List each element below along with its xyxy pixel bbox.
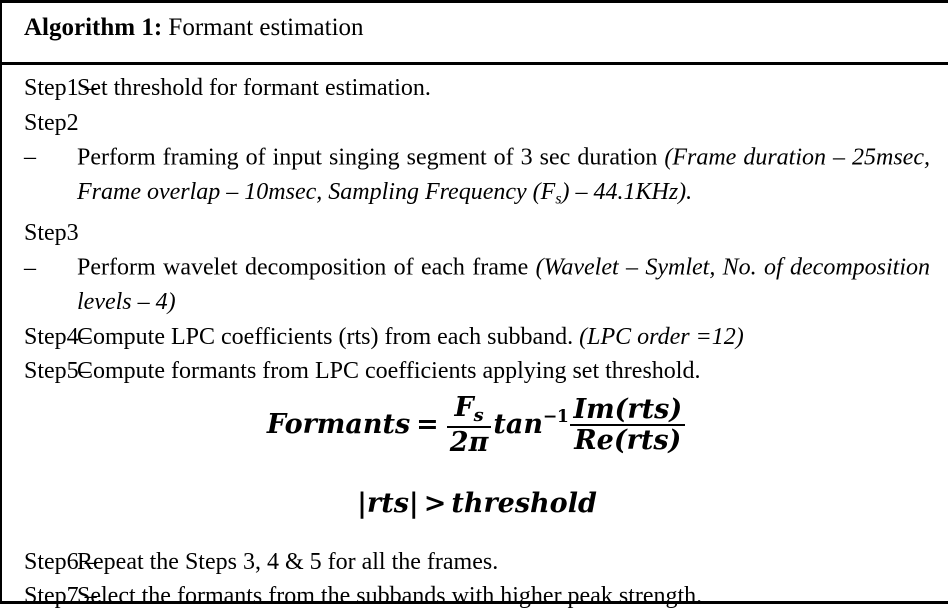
- formula-equals: =: [416, 408, 439, 440]
- step-tag: Step3 –: [24, 220, 79, 281]
- step-tag: Step7 –.: [24, 583, 103, 610]
- algorithm-step-2: Step2 – Perform framing of input singing…: [24, 106, 930, 217]
- fraction-denominator: Re(rts): [574, 425, 682, 457]
- condition-operator: >: [423, 487, 447, 519]
- condition-rhs: threshold: [451, 487, 597, 519]
- step-tag: Step2 –: [24, 109, 79, 171]
- step-text: Set threshold for formant estimation.: [77, 75, 431, 101]
- step-text-italic-tail: ) – 44.1KHz).: [561, 178, 693, 205]
- fraction-im-re: Im(rts) Re(rts): [570, 396, 686, 457]
- fraction-fs-2pi: Fs 2π: [446, 394, 492, 459]
- algorithm-step-3: Step3 – Perform wavelet decomposition of…: [24, 216, 930, 320]
- condition-lhs: |rts|: [357, 487, 419, 519]
- math-block: Formants = Fs 2π tan−1 Im(rts) Re(rts) |rts| > t…: [24, 394, 930, 519]
- step-tag: Step4–: [24, 323, 91, 350]
- step-text: Perform wavelet decomposition of each fr…: [77, 254, 536, 281]
- step-text: Compute formants from LPC coefficients a…: [77, 358, 701, 385]
- step-text: Compute LPC coefficients (rts) from each…: [77, 323, 580, 350]
- step-text: Repeat the Steps 3, 4 & 5 for all the fr…: [77, 548, 499, 575]
- step-tag: Step6 –: [24, 548, 97, 575]
- step-text-italic: (LPC order =12): [579, 323, 744, 350]
- algorithm-step-1: Step1 – Set threshold for formant estima…: [24, 71, 930, 106]
- algorithm-step-4: Step4– Compute LPC coefficients (rts) fr…: [24, 320, 930, 355]
- algorithm-steps: Step1 – Set threshold for formant estima…: [2, 65, 948, 614]
- math-spacer: [24, 519, 930, 545]
- algorithm-label: Algorithm 1:: [24, 14, 163, 41]
- formula-tan: tan: [493, 408, 543, 440]
- fraction-numerator: Fs: [446, 394, 492, 429]
- algorithm-step-7: Step7 –.Select the formants from the sub…: [24, 579, 930, 614]
- formant-formula: Formants = Fs 2π tan−1 Im(rts) Re(rts): [24, 394, 930, 457]
- threshold-condition: |rts| > threshold: [24, 487, 930, 519]
- step-tag: Step1 –: [24, 75, 97, 101]
- algorithm-step-5: Step5– Compute formants from LPC coeffic…: [24, 354, 930, 389]
- algorithm-caption: Algorithm 1: Formant estimation: [2, 3, 948, 65]
- algorithm-step-6: Step6 – Repeat the Steps 3, 4 & 5 for al…: [24, 545, 930, 580]
- fraction-numerator: Im(rts): [570, 396, 686, 427]
- step-tag: Step5–: [24, 358, 91, 385]
- algorithm-box: Algorithm 1: Formant estimation Step1 – …: [0, 0, 948, 609]
- step-text: Select the formants from the subbands wi…: [77, 583, 703, 610]
- subscript-s: s: [473, 404, 484, 426]
- formula-lhs: Formants: [266, 408, 411, 440]
- formula-exponent: −1: [542, 407, 569, 428]
- algorithm-title: Formant estimation: [162, 14, 364, 41]
- fraction-denominator: 2π: [449, 427, 489, 459]
- step-text: Perform framing of input singing segment…: [77, 144, 665, 170]
